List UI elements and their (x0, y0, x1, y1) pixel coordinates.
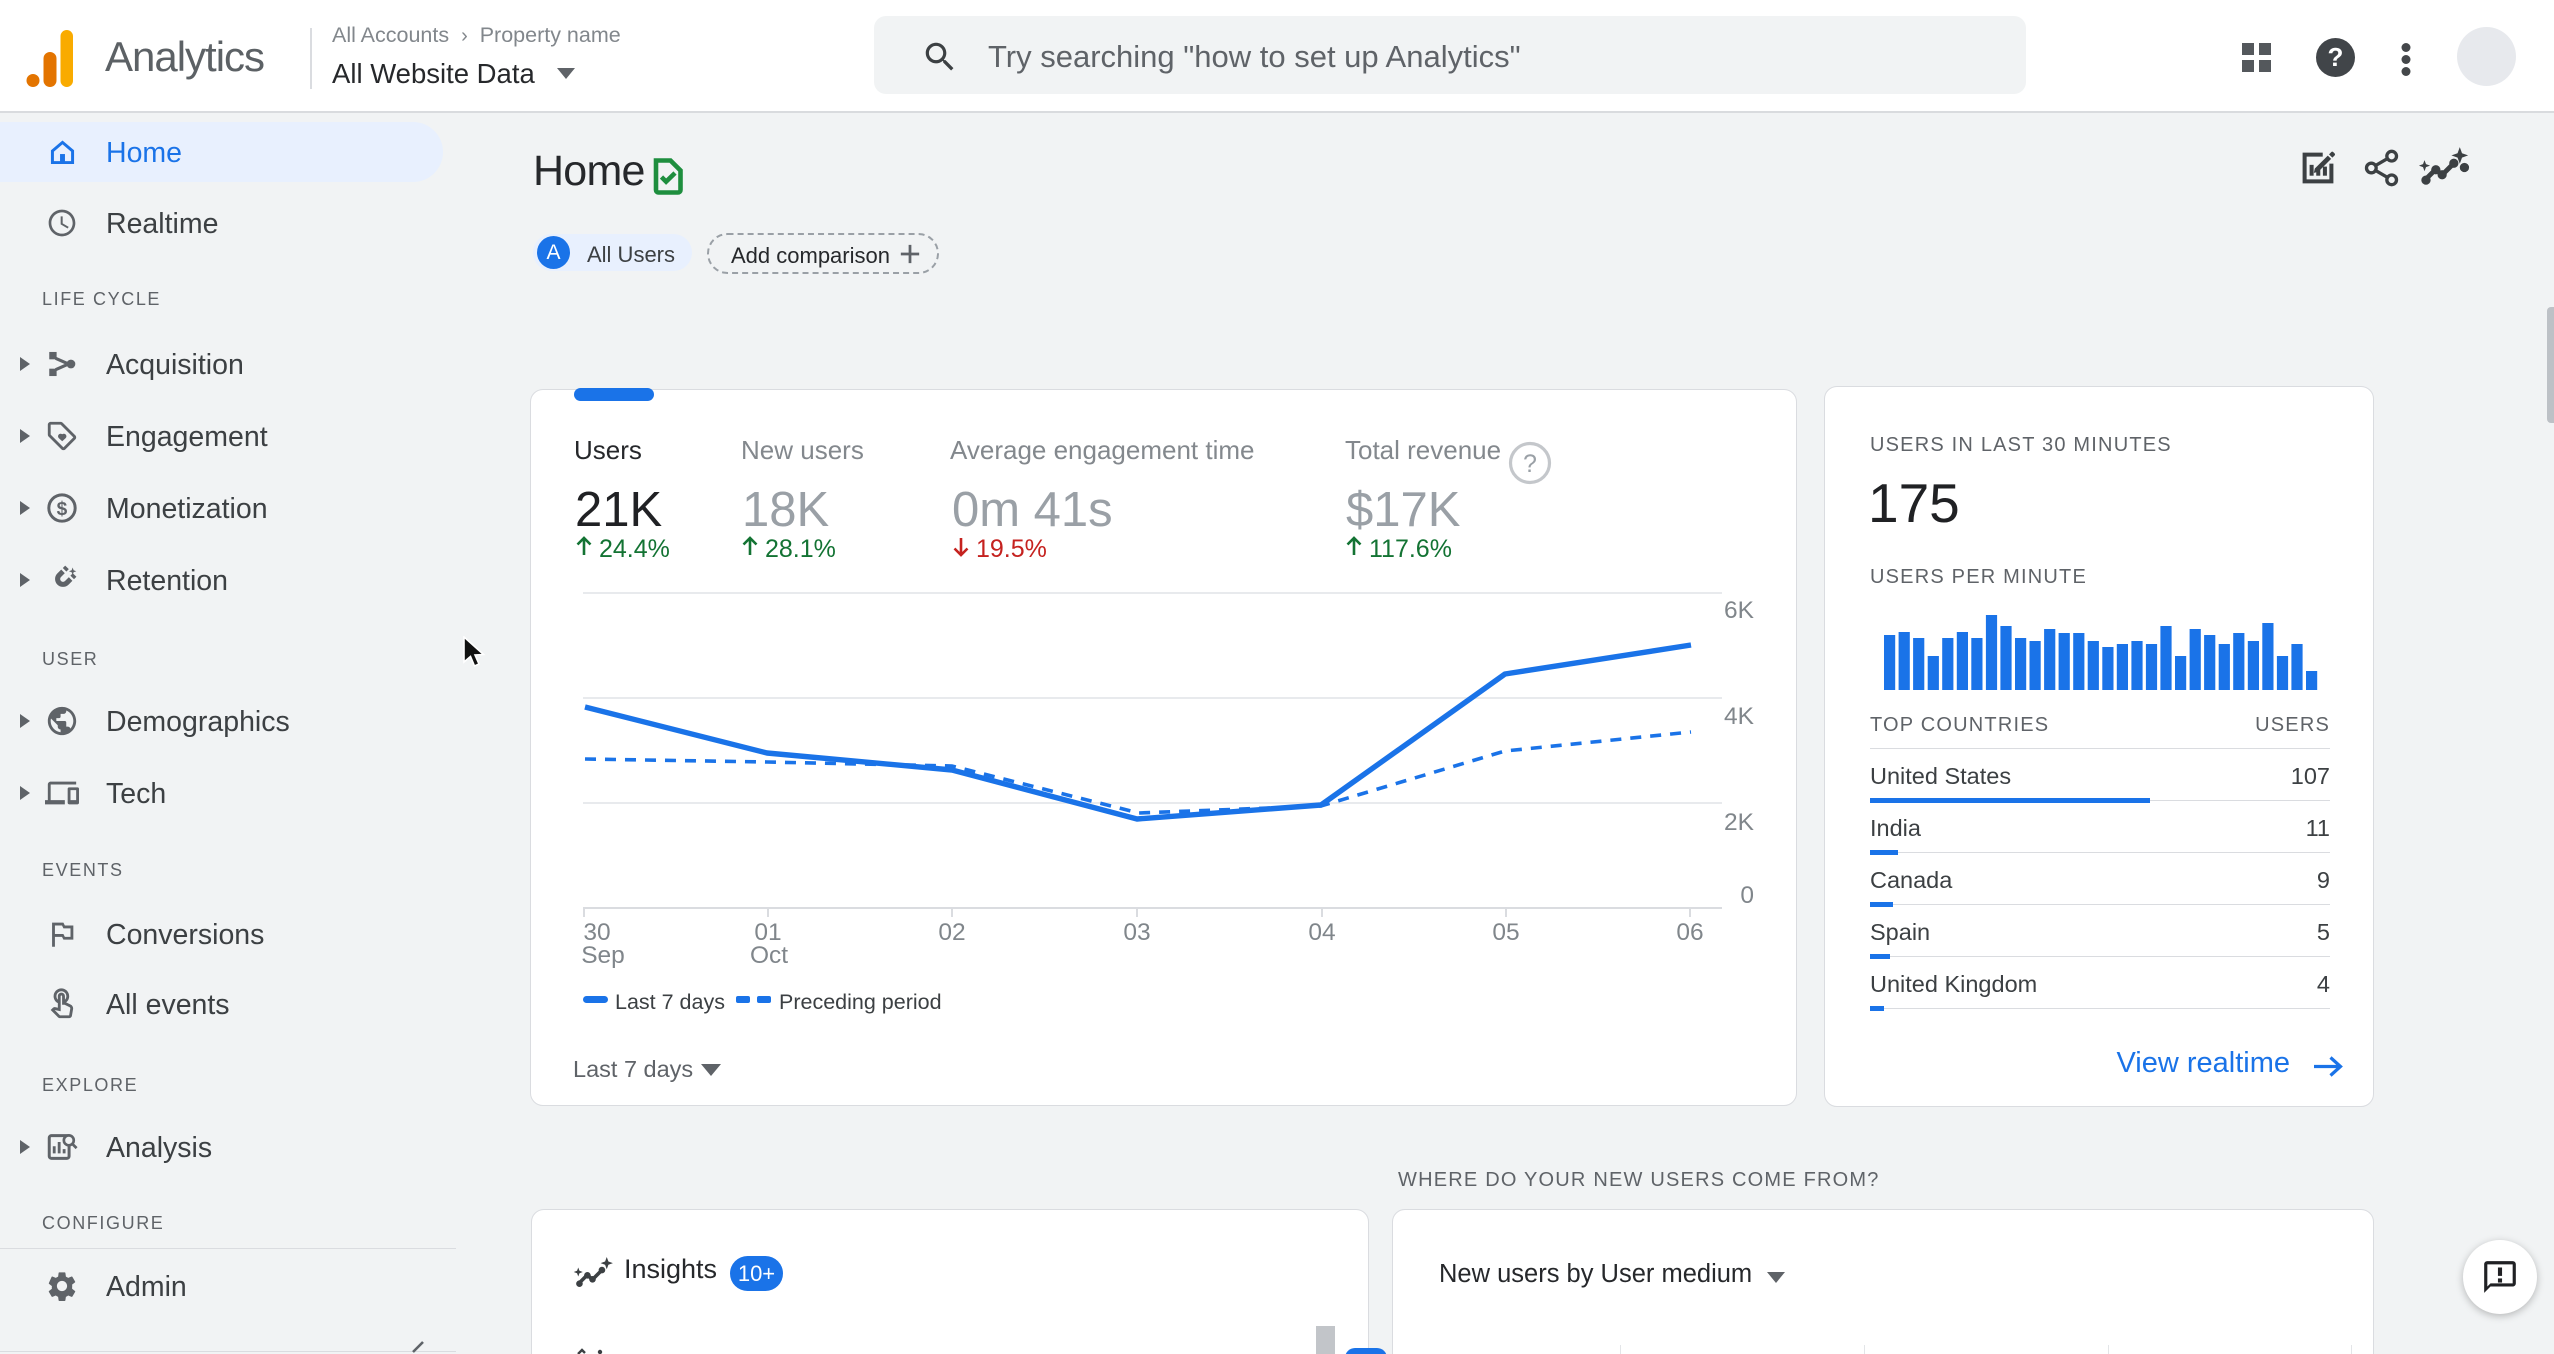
svg-text:Oct: Oct (750, 942, 788, 969)
svg-text:02: 02 (938, 919, 965, 946)
svg-text:05: 05 (1492, 919, 1519, 946)
svg-text:Sep: Sep (581, 942, 625, 969)
svg-text:06: 06 (1676, 919, 1703, 946)
svg-text:Preceding period: Preceding period (779, 990, 942, 1014)
svg-text:Last 7 days: Last 7 days (615, 990, 725, 1014)
svg-text:0: 0 (1740, 882, 1754, 909)
svg-text:4K: 4K (1724, 703, 1755, 730)
svg-text:04: 04 (1308, 919, 1335, 946)
svg-text:6K: 6K (1724, 597, 1755, 624)
svg-text:2K: 2K (1724, 809, 1755, 836)
svg-text:03: 03 (1123, 919, 1150, 946)
svg-text:$: $ (57, 499, 68, 520)
svg-text:?: ? (1523, 450, 1537, 478)
svg-text:?: ? (2328, 42, 2344, 72)
